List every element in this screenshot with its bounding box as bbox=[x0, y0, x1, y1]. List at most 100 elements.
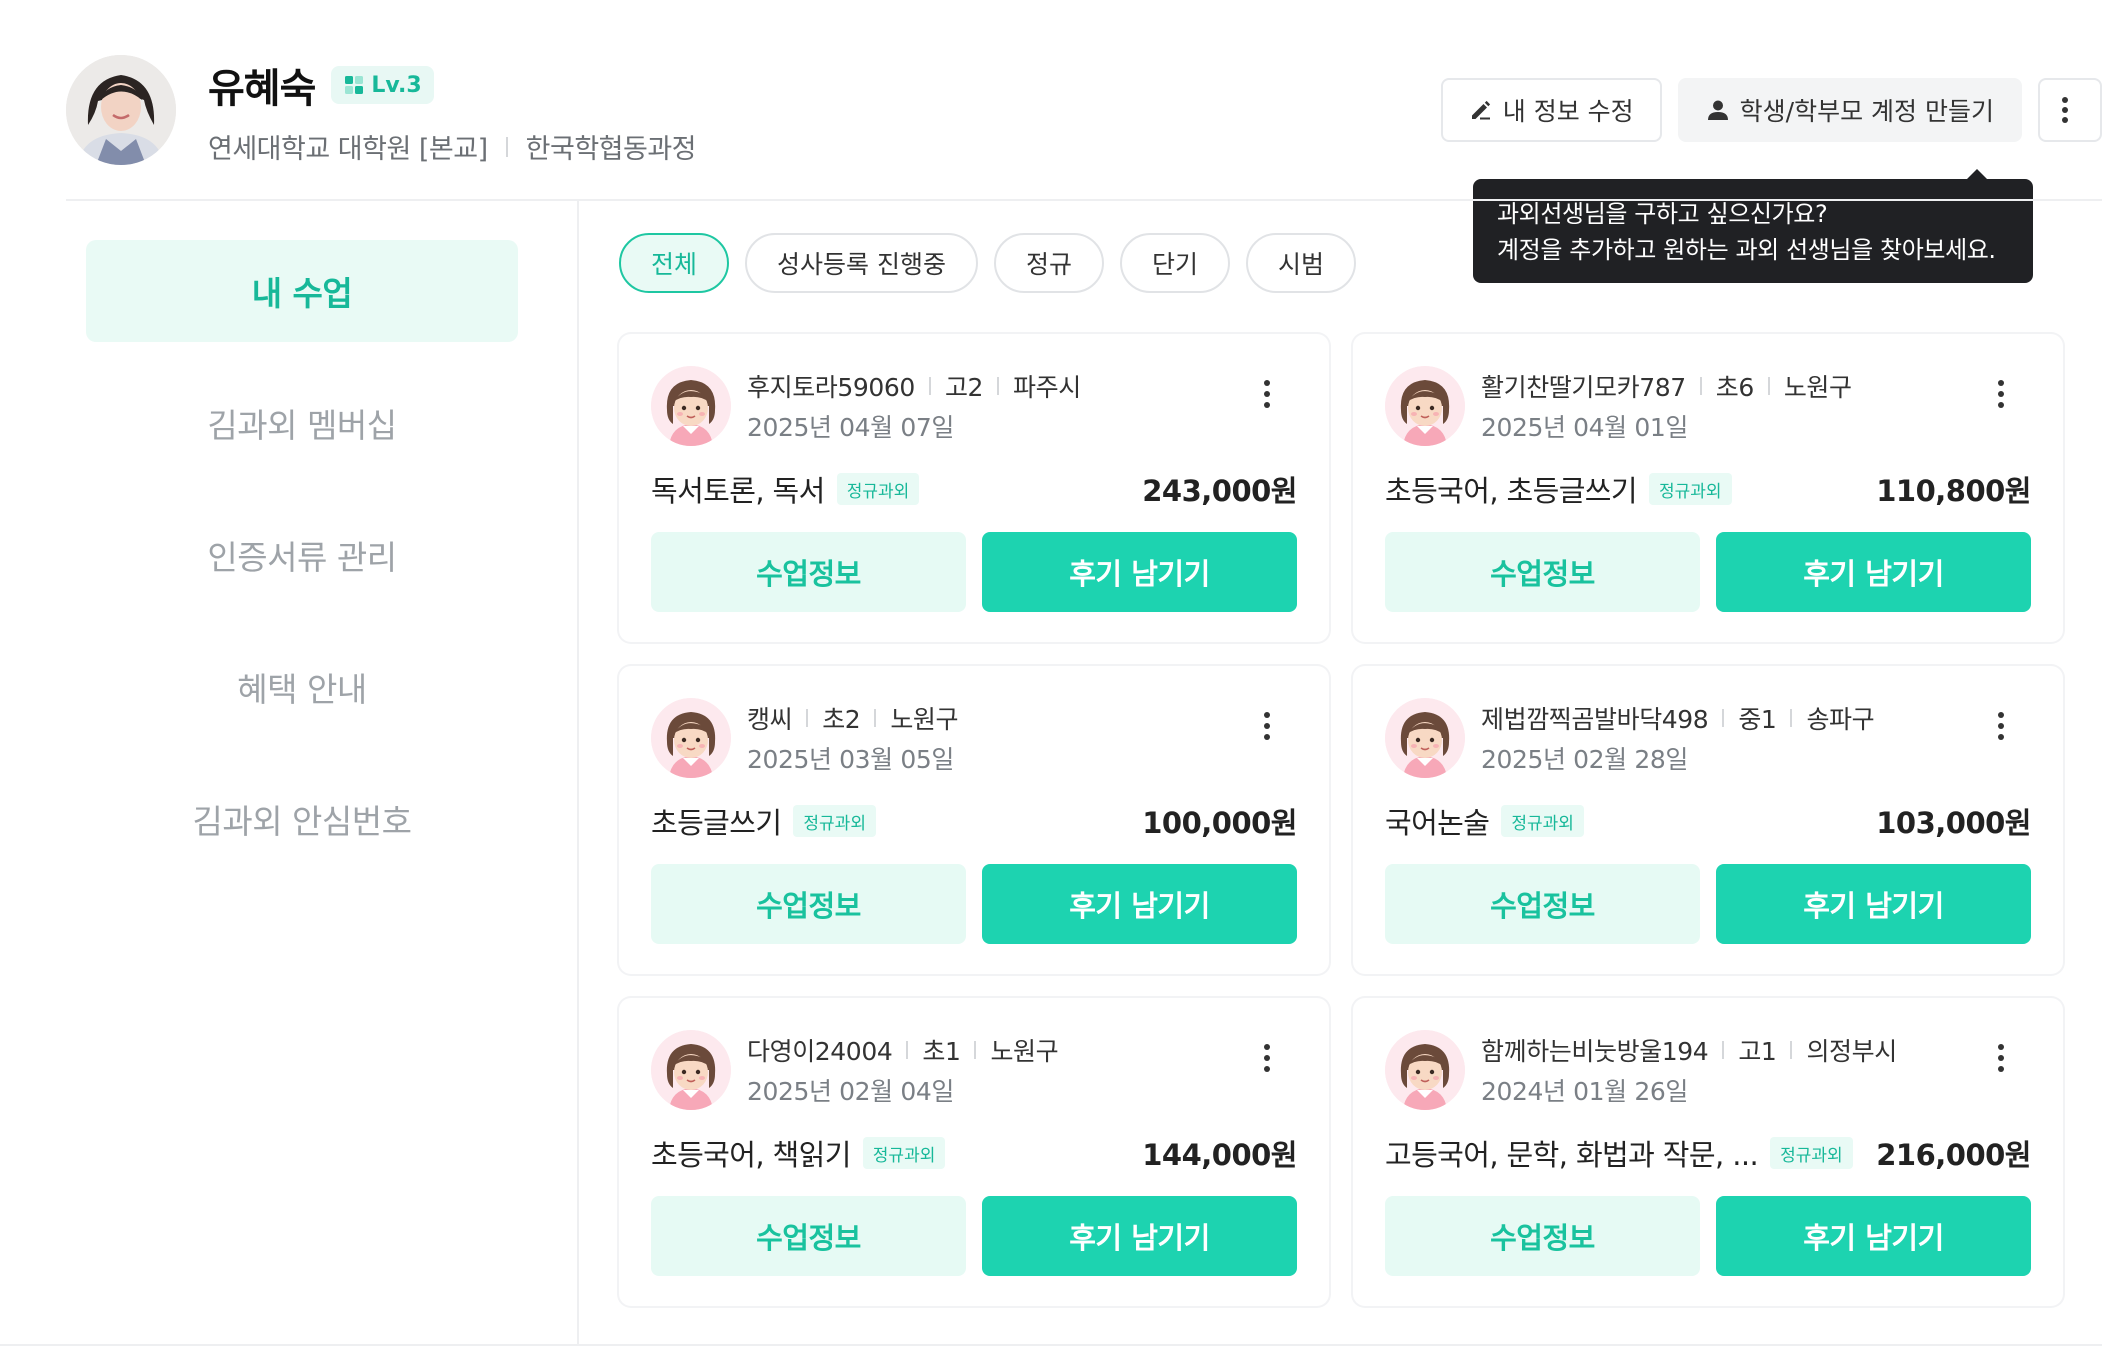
profile-header: 유혜숙 Lv.3 연세대학교 대학원 [본교] 한국학협동과정 bbox=[66, 55, 697, 166]
lesson-card: 제법깜찍곰발바닥498 중1 송파구 2025년 02월 28일 국어논술 정규… bbox=[1353, 666, 2063, 974]
student-grade: 중1 bbox=[1738, 705, 1777, 734]
student-avatar-icon bbox=[1385, 1030, 1465, 1110]
filter-chip-all[interactable]: 전체 bbox=[619, 233, 730, 293]
card-more-icon[interactable] bbox=[1257, 374, 1277, 414]
lesson-subject: 독서토론, 독서 bbox=[651, 474, 825, 508]
header-divider bbox=[66, 199, 2102, 201]
card-more-icon[interactable] bbox=[1991, 374, 2011, 414]
divider bbox=[1790, 1041, 1793, 1059]
lesson-type-badge: 정규과외 bbox=[1501, 805, 1584, 837]
student-grade: 초1 bbox=[922, 1037, 961, 1066]
divider bbox=[505, 136, 508, 157]
lesson-price: 103,000원 bbox=[1876, 806, 2031, 840]
student-nickname: 후지토라59060 bbox=[747, 373, 915, 402]
edit-profile-button[interactable]: 내 정보 수정 bbox=[1440, 78, 1662, 142]
lesson-subject: 초등국어, 책읽기 bbox=[651, 1138, 851, 1172]
filter-chip-in-progress[interactable]: 성사등록 진행중 bbox=[745, 233, 978, 293]
student-avatar-icon bbox=[651, 366, 731, 446]
card-more-icon[interactable] bbox=[1257, 1038, 1277, 1078]
lesson-card: 활기찬딸기모카787 초6 노원구 2025년 04월 01일 초등국어, 초등… bbox=[1353, 334, 2063, 642]
write-review-button[interactable]: 후기 남기기 bbox=[1716, 864, 2031, 944]
write-review-button[interactable]: 후기 남기기 bbox=[1716, 1196, 2031, 1276]
lesson-card: 다영이24004 초1 노원구 2025년 02월 04일 초등국어, 책읽기 … bbox=[619, 998, 1329, 1306]
filter-chip-trial[interactable]: 시범 bbox=[1246, 233, 1357, 293]
write-review-button[interactable]: 후기 남기기 bbox=[982, 1196, 1297, 1276]
divider bbox=[1767, 377, 1770, 395]
student-region: 파주시 bbox=[1013, 373, 1081, 402]
sidebar-item-my-lessons[interactable]: 내 수업 bbox=[86, 240, 518, 342]
lesson-info-button[interactable]: 수업정보 bbox=[1385, 532, 1700, 612]
student-nickname: 제법깜찍곰발바닥498 bbox=[1481, 705, 1709, 734]
lesson-price: 110,800원 bbox=[1876, 474, 2031, 508]
tooltip-line-1: 과외선생님을 구하고 싶으신가요? bbox=[1497, 200, 1828, 228]
student-grade: 초6 bbox=[1715, 373, 1755, 402]
lesson-date: 2025년 02월 28일 bbox=[1481, 745, 1688, 774]
student-nickname: 다영이24004 bbox=[747, 1037, 893, 1066]
more-options-button[interactable] bbox=[2038, 78, 2102, 142]
student-region: 의정부시 bbox=[1806, 1037, 1897, 1066]
student-nickname: 활기찬딸기모카787 bbox=[1481, 373, 1686, 402]
write-review-button[interactable]: 후기 남기기 bbox=[982, 532, 1297, 612]
pencil-icon bbox=[1471, 100, 1490, 120]
student-grade: 고2 bbox=[944, 373, 984, 402]
lesson-date: 2025년 03월 05일 bbox=[747, 745, 954, 774]
sidebar-item-certificates[interactable]: 인증서류 관리 bbox=[86, 504, 518, 606]
lesson-subject: 국어논술 bbox=[1385, 806, 1490, 840]
card-more-icon[interactable] bbox=[1257, 706, 1277, 746]
filter-chip-short-term[interactable]: 단기 bbox=[1119, 233, 1230, 293]
student-nickname: 캥씨 bbox=[747, 705, 793, 734]
lesson-card: 함께하는비눗방울194 고1 의정부시 2024년 01월 26일 고등국어, … bbox=[1353, 998, 2063, 1306]
write-review-button[interactable]: 후기 남기기 bbox=[1716, 532, 2031, 612]
level-text: Lv.3 bbox=[371, 72, 422, 98]
lesson-info-button[interactable]: 수업정보 bbox=[1385, 1196, 1700, 1276]
lesson-info-button[interactable]: 수업정보 bbox=[651, 1196, 966, 1276]
level-badge: Lv.3 bbox=[331, 66, 434, 104]
card-more-icon[interactable] bbox=[1991, 706, 2011, 746]
sidebar-item-benefits[interactable]: 혜택 안내 bbox=[86, 636, 518, 738]
lesson-card: 후지토라59060 고2 파주시 2025년 04월 07일 독서토론, 독서 … bbox=[619, 334, 1329, 642]
divider bbox=[974, 1041, 977, 1059]
school-name: 연세대학교 대학원 [본교] bbox=[208, 134, 488, 165]
lesson-info-button[interactable]: 수업정보 bbox=[1385, 864, 1700, 944]
divider bbox=[1722, 1041, 1725, 1059]
divider bbox=[928, 377, 931, 395]
lesson-subject: 초등국어, 초등글쓰기 bbox=[1385, 474, 1638, 508]
create-student-account-button[interactable]: 학생/학부모 계정 만들기 bbox=[1677, 78, 2022, 142]
sidebar-item-safe-number[interactable]: 김과외 안심번호 bbox=[86, 768, 518, 870]
lesson-price: 216,000원 bbox=[1876, 1138, 2031, 1172]
lesson-type-badge: 정규과외 bbox=[1648, 473, 1732, 505]
lesson-card: 캥씨 초2 노원구 2025년 03월 05일 초등글쓰기 정규과외 100,0… bbox=[619, 666, 1329, 974]
student-region: 노원구 bbox=[990, 1037, 1059, 1066]
person-icon bbox=[1707, 100, 1728, 120]
user-name: 유혜숙 bbox=[208, 66, 316, 112]
avatar bbox=[66, 55, 176, 165]
student-avatar-icon bbox=[1385, 698, 1465, 778]
lesson-info-button[interactable]: 수업정보 bbox=[651, 532, 966, 612]
vertical-dots-icon bbox=[2062, 97, 2068, 123]
lesson-date: 2025년 04월 07일 bbox=[747, 413, 954, 442]
write-review-button[interactable]: 후기 남기기 bbox=[982, 864, 1297, 944]
divider bbox=[997, 377, 1000, 395]
lesson-type-badge: 정규과외 bbox=[862, 1137, 946, 1169]
filter-chip-regular[interactable]: 정규 bbox=[993, 233, 1104, 293]
student-region: 노원구 bbox=[1783, 373, 1852, 402]
lesson-card-grid: 후지토라59060 고2 파주시 2025년 04월 07일 독서토론, 독서 … bbox=[619, 334, 2063, 1306]
divider bbox=[1790, 709, 1793, 727]
lesson-type-badge: 정규과외 bbox=[1770, 1137, 1853, 1169]
sidebar: 내 수업 김과외 멤버십 인증서류 관리 혜택 안내 김과외 안심번호 bbox=[86, 240, 518, 900]
card-more-icon[interactable] bbox=[1991, 1038, 2011, 1078]
divider bbox=[906, 1041, 909, 1059]
lesson-price: 144,000원 bbox=[1142, 1138, 1297, 1172]
student-nickname: 함께하는비눗방울194 bbox=[1481, 1037, 1709, 1066]
divider bbox=[806, 709, 809, 727]
lesson-info-button[interactable]: 수업정보 bbox=[651, 864, 966, 944]
lesson-price: 100,000원 bbox=[1142, 806, 1297, 840]
divider bbox=[1722, 709, 1725, 727]
department-name: 한국학협동과정 bbox=[525, 134, 697, 165]
lesson-date: 2025년 02월 04일 bbox=[747, 1077, 954, 1106]
lesson-date: 2025년 04월 01일 bbox=[1481, 413, 1688, 442]
lesson-type-badge: 정규과외 bbox=[793, 805, 876, 837]
lesson-subject: 고등국어, 문학, 화법과 작문, ... bbox=[1385, 1138, 1759, 1172]
sidebar-item-membership[interactable]: 김과외 멤버십 bbox=[86, 372, 518, 474]
student-avatar-icon bbox=[1385, 366, 1465, 446]
